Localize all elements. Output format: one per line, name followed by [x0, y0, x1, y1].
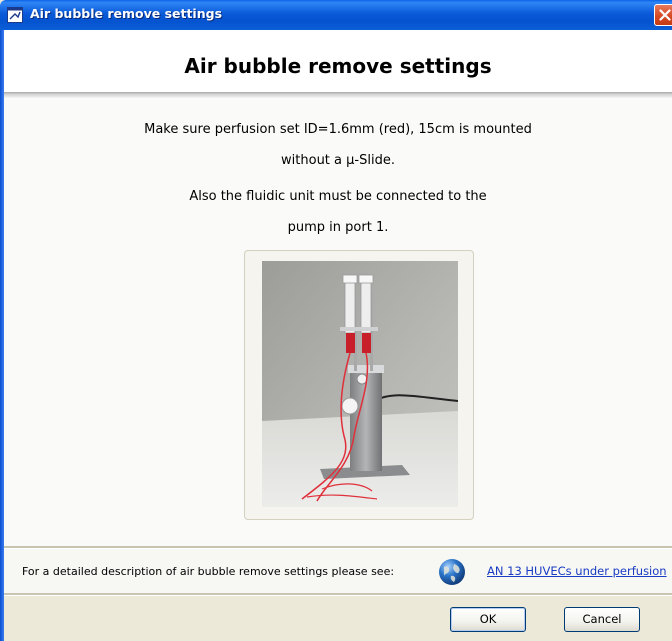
title-bar[interactable]: Air bubble remove settings — [0, 0, 672, 30]
cancel-button[interactable]: Cancel — [564, 607, 640, 632]
header-title: Air bubble remove settings — [184, 54, 492, 78]
dialog-window: Air bubble remove settings Air bubble re… — [0, 0, 672, 641]
message-line-2: without a µ-Slide. — [281, 153, 395, 168]
app-window-icon — [7, 7, 23, 23]
info-bar: For a detailed description of air bubble… — [4, 549, 672, 593]
dialog-content: Make sure perfusion set ID=1.6mm (red), … — [4, 98, 672, 546]
globe-icon — [439, 559, 465, 585]
message-line-3: Also the fluidic unit must be connected … — [189, 189, 487, 204]
message-line-4: pump in port 1. — [287, 220, 389, 235]
photo-frame — [244, 250, 474, 520]
close-button[interactable] — [654, 4, 672, 26]
documentation-link[interactable]: AN 13 HUVECs under perfusion — [487, 564, 667, 578]
info-text: For a detailed description of air bubble… — [22, 565, 395, 578]
dialog-header: Air bubble remove settings — [4, 30, 672, 92]
fluidic-unit-photo — [262, 261, 458, 507]
message-line-1: Make sure perfusion set ID=1.6mm (red), … — [144, 122, 532, 137]
ok-button[interactable]: OK — [450, 607, 526, 632]
close-icon — [659, 9, 671, 21]
window-title: Air bubble remove settings — [30, 6, 223, 21]
button-divider — [4, 593, 672, 596]
